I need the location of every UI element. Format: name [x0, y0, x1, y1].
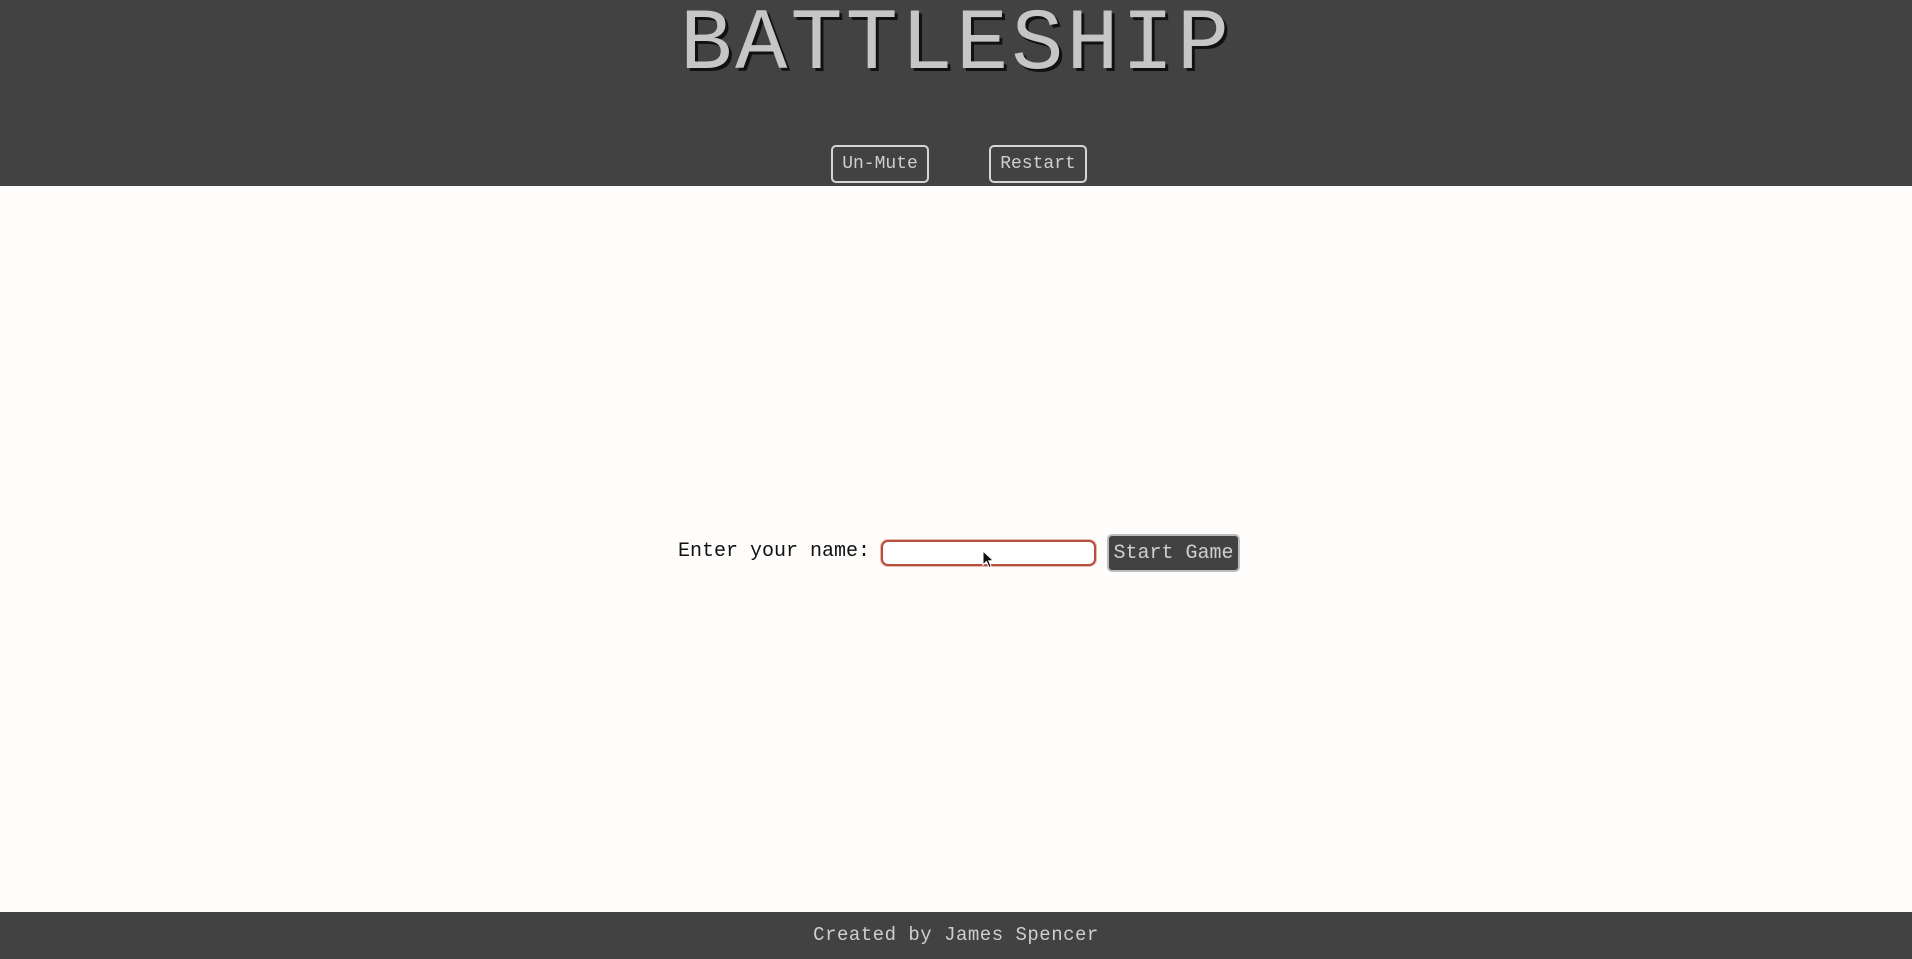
header-bar: BATTLESHIP Un-Mute Restart: [0, 0, 1912, 186]
name-label: Enter your name:: [678, 540, 871, 563]
footer-credit: Created by James Spencer: [813, 924, 1099, 946]
header-controls: Un-Mute Restart: [0, 145, 1912, 184]
unmute-button[interactable]: Un-Mute: [831, 145, 929, 183]
footer-bar: Created by James Spencer: [0, 912, 1912, 959]
start-game-button[interactable]: Start Game: [1107, 534, 1240, 572]
main-area: Enter your name: Start Game: [0, 186, 1912, 912]
name-input[interactable]: [881, 540, 1096, 566]
name-entry-row: Enter your name: Start Game: [0, 532, 1912, 572]
restart-button[interactable]: Restart: [989, 145, 1087, 183]
game-title: BATTLESHIP: [679, 0, 1233, 95]
